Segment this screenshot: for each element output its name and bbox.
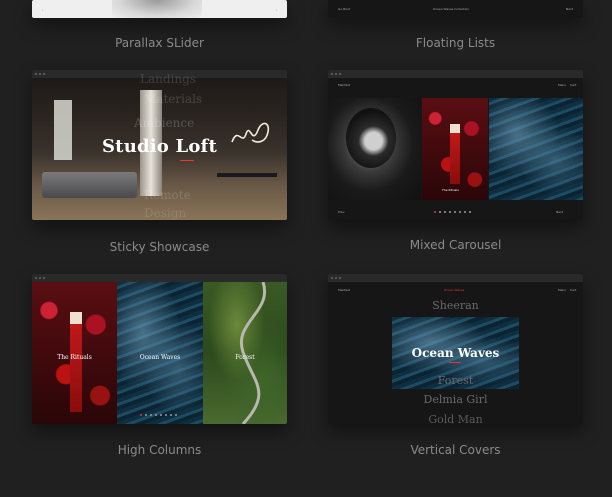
- rituals-label: The Rituals: [442, 188, 459, 192]
- vertical-covers-thumb[interactable]: Manfest Ocean Waves Menu Cart Sheeran Oc…: [328, 274, 583, 424]
- portrait-slide[interactable]: [328, 98, 421, 200]
- ghost-word: Ambience: [134, 116, 195, 130]
- high-columns-thumb[interactable]: The Rituals Ocean Waves Forest: [32, 274, 287, 424]
- loft-sofa: [42, 172, 137, 198]
- active-underline: [449, 362, 461, 363]
- rituals-figure: [70, 312, 82, 412]
- ghost-word: Design: [144, 206, 187, 220]
- vertical-nav-menu[interactable]: Menu: [558, 288, 566, 292]
- cover-list-item-active[interactable]: Ocean Waves: [328, 346, 583, 360]
- title-underline: [180, 160, 194, 161]
- cover-list-item[interactable]: Delmia Girl: [328, 393, 583, 406]
- mixed-nav-cart[interactable]: Cart: [570, 83, 576, 87]
- mixed-brand[interactable]: Manfest: [338, 83, 350, 87]
- sticky-title: Studio Loft: [101, 136, 218, 157]
- mixed-prev[interactable]: Prev: [338, 210, 345, 214]
- window-bar: [328, 70, 583, 78]
- column-label: Ocean Waves: [139, 354, 181, 361]
- mixed-next[interactable]: Next: [556, 210, 563, 214]
- cover-list-item[interactable]: Sheeran: [328, 299, 583, 312]
- loft-table: [217, 173, 277, 177]
- parallax-slider-thumb[interactable]: ‹ ›: [32, 0, 287, 18]
- vertical-brand[interactable]: Manfest: [338, 288, 350, 292]
- floating-center-text: Ocean Waves Collection: [433, 7, 470, 11]
- vertical-nav-cart[interactable]: Cart: [570, 288, 576, 292]
- column-label: The Rituals: [57, 354, 92, 361]
- parallax-prev-arrow[interactable]: ‹: [42, 8, 43, 12]
- caption-sticky-showcase[interactable]: Sticky Showcase: [32, 240, 287, 254]
- sticky-showcase-thumb[interactable]: Landings Materials Ambience Remote Desig…: [32, 70, 287, 220]
- caption-high-columns[interactable]: High Columns: [32, 443, 287, 457]
- mixed-nav-menu[interactable]: Menu: [558, 83, 566, 87]
- rituals-slide[interactable]: The Rituals: [422, 98, 488, 200]
- floating-left-text[interactable]: Go Back: [338, 7, 350, 11]
- column-rituals[interactable]: The Rituals: [32, 282, 117, 424]
- window-bar: [32, 274, 287, 282]
- mixed-carousel-thumb[interactable]: Manfest Menu Cart The Rituals Prev Next: [328, 70, 583, 220]
- caption-floating-lists[interactable]: Floating Lists: [328, 36, 583, 50]
- ocean-slide[interactable]: [489, 98, 583, 200]
- column-forest[interactable]: Forest: [203, 282, 287, 424]
- column-ocean[interactable]: Ocean Waves: [117, 282, 203, 424]
- column-label: Forest: [235, 354, 255, 361]
- caption-vertical-covers[interactable]: Vertical Covers: [328, 443, 583, 457]
- parallax-next-arrow[interactable]: ›: [276, 8, 277, 12]
- rituals-figure: [450, 124, 460, 184]
- winding-road-icon: [239, 282, 267, 424]
- caption-mixed-carousel[interactable]: Mixed Carousel: [328, 238, 583, 252]
- cover-list-item[interactable]: Gold Man: [328, 413, 583, 424]
- cover-list-item[interactable]: Forest: [328, 374, 583, 387]
- carousel-dots[interactable]: [434, 211, 471, 213]
- ghost-word: Landings: [140, 72, 196, 86]
- column-dots[interactable]: [140, 414, 177, 416]
- window-bar: [328, 274, 583, 282]
- caption-parallax-slider[interactable]: Parallax SLider: [32, 36, 287, 50]
- ghost-word: Materials: [144, 92, 203, 106]
- parallax-image: [112, 0, 202, 18]
- vertical-header-center: Ocean Waves: [444, 288, 465, 292]
- floating-lists-thumb[interactable]: Go Back Ocean Waves Collection Next: [328, 0, 583, 18]
- portrait-hair: [346, 108, 396, 168]
- floating-right-text[interactable]: Next: [566, 7, 573, 11]
- ghost-word: Remote: [144, 188, 191, 202]
